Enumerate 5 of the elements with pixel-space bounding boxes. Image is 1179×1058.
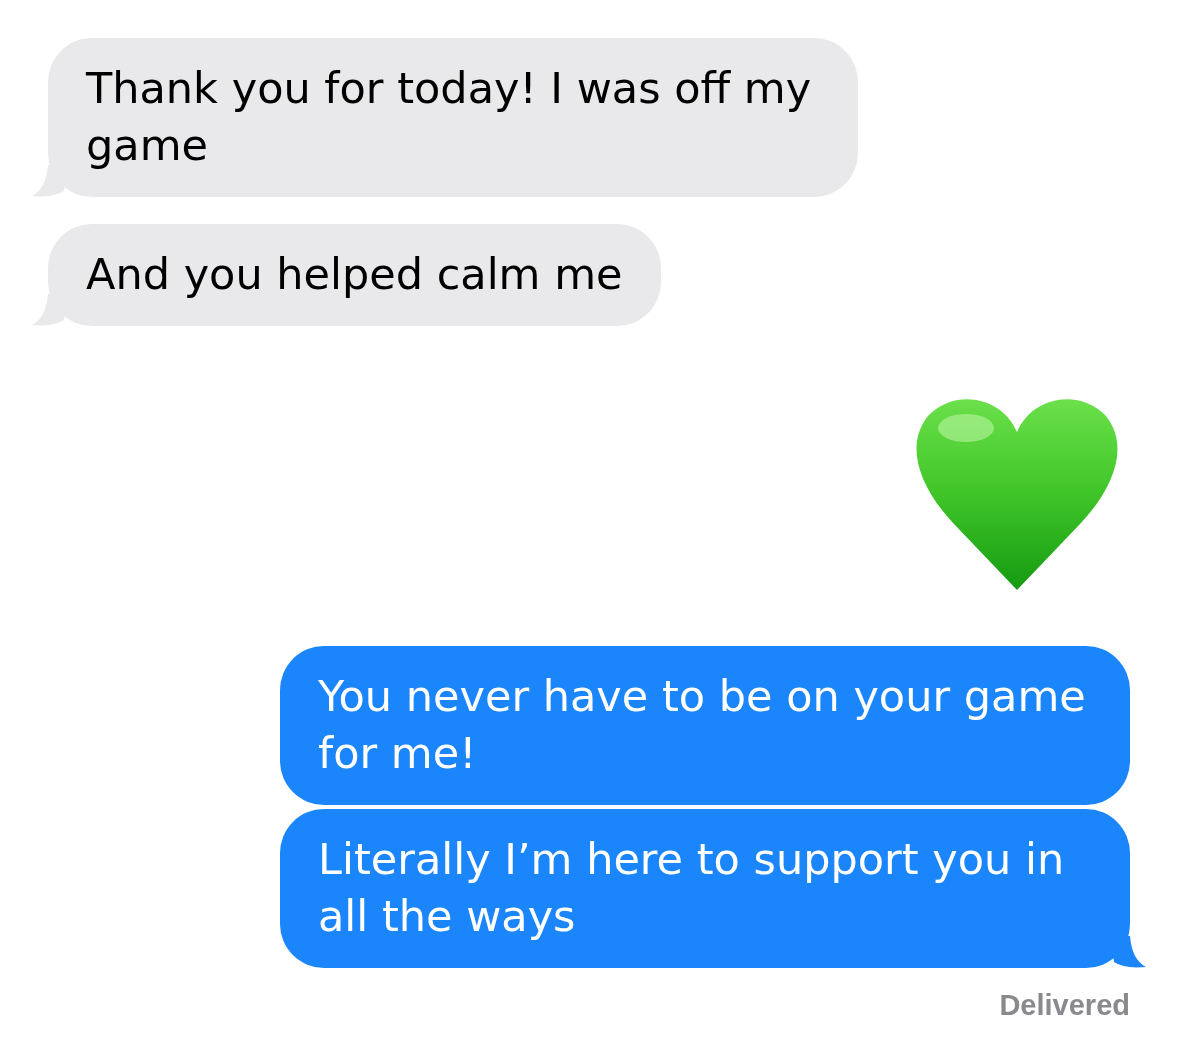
delivery-status: Delivered bbox=[998, 988, 1130, 1023]
message-bubble: Thank you for today! I was off my game bbox=[48, 38, 858, 197]
message-bubble: And you helped calm me bbox=[48, 224, 661, 326]
message-bubble: You never have to be on your game for me! bbox=[280, 646, 1130, 805]
message-bubble: Literally I’m here to support you in all the ways bbox=[280, 809, 1130, 968]
